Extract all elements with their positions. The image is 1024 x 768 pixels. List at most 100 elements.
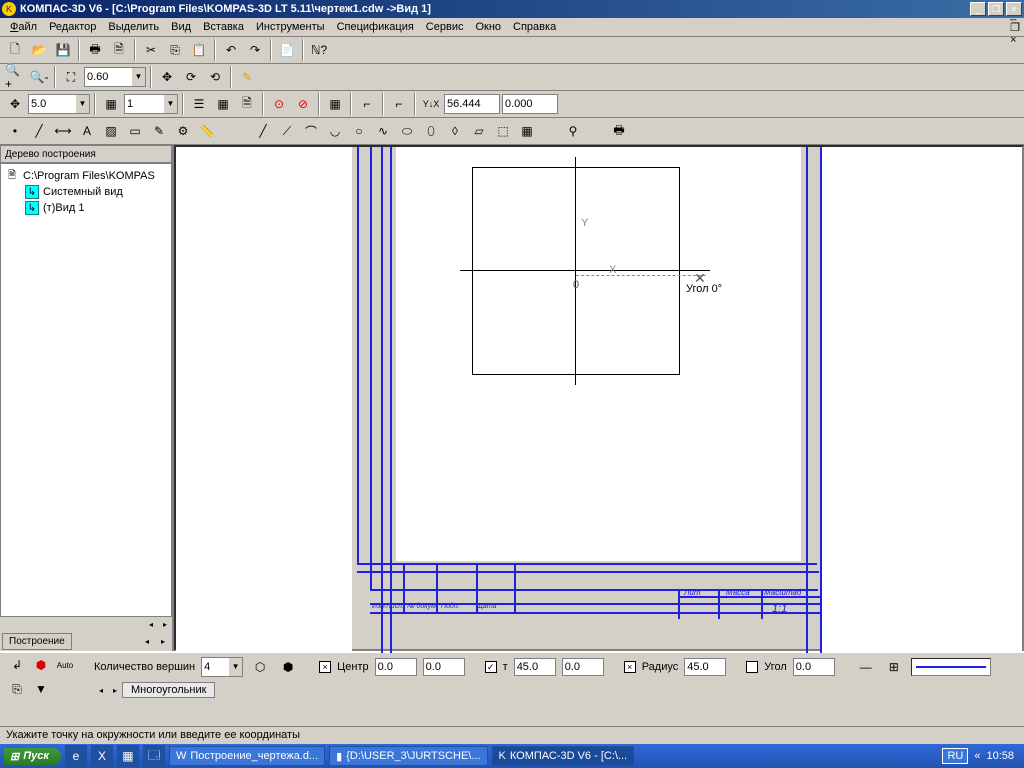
center-y-input[interactable]	[423, 658, 465, 676]
t2-input[interactable]	[562, 658, 604, 676]
taskbar-item-active[interactable]: KКОМПАС-3D V6 - [C:\...	[492, 746, 635, 766]
t-checkbox[interactable]: ✓	[485, 661, 497, 673]
zoom-combo[interactable]: ▼	[84, 67, 146, 87]
mdi-minimize-button[interactable]: _	[1010, 9, 1020, 21]
open-button[interactable]: 📂	[28, 39, 50, 61]
menu-editor[interactable]: Редактор	[43, 19, 102, 35]
quick-ie-icon[interactable]: e	[65, 745, 87, 767]
drawing-canvas[interactable]: 0 Y X ✕ Угол 0° Лит Масса Масштаб 1:1 Из…	[174, 145, 1024, 651]
copy-props-button[interactable]: ⎘	[6, 678, 28, 700]
aux9[interactable]: ◊	[444, 120, 466, 142]
quick-xl-icon[interactable]: ▦	[117, 745, 139, 767]
line-tool[interactable]: ╱	[28, 120, 50, 142]
zoom-input[interactable]	[84, 67, 132, 87]
print-button[interactable]: 🖶	[84, 39, 106, 61]
radius-input[interactable]	[684, 658, 726, 676]
ortho-button[interactable]: ⌐	[356, 93, 378, 115]
start-button[interactable]: ⊞ Пуск	[4, 748, 61, 765]
zoom-in-button[interactable]: 🔍+	[4, 66, 26, 88]
edit-button[interactable]: ✎	[236, 66, 258, 88]
model-tree[interactable]: 🗎 C:\Program Files\KOMPAS ↳ Системный ви…	[0, 163, 172, 617]
aux5[interactable]: ○	[348, 120, 370, 142]
layer-input[interactable]	[124, 94, 164, 114]
aux13[interactable]: ⚲	[562, 120, 584, 142]
aux2[interactable]: ⟋	[276, 120, 298, 142]
edit-tool[interactable]: ✎	[148, 120, 170, 142]
tab-left-icon[interactable]: ◂	[94, 683, 108, 697]
text-tool[interactable]: A	[76, 120, 98, 142]
grid-button[interactable]: ▦	[324, 93, 346, 115]
tray-icon[interactable]: «	[974, 750, 980, 762]
mdi-maximize-button[interactable]: ❐	[1010, 21, 1020, 34]
point-tool[interactable]: •	[4, 120, 26, 142]
aux7[interactable]: ⬭	[396, 120, 418, 142]
tab-right-icon[interactable]: ▸	[156, 634, 170, 648]
params-tab[interactable]: Многоугольник	[122, 682, 215, 698]
aux4[interactable]: ◡	[324, 120, 346, 142]
measure-tool[interactable]: 📏	[196, 120, 218, 142]
inscribed-button[interactable]: ⬡	[249, 656, 271, 678]
menu-spec[interactable]: Спецификация	[331, 19, 420, 35]
aux8[interactable]: ⬯	[420, 120, 442, 142]
dropdown-icon[interactable]: ▼	[76, 94, 90, 114]
create-button[interactable]: ↲	[6, 654, 28, 676]
dropdown-icon[interactable]: ▼	[132, 67, 146, 87]
aux12[interactable]: ▦	[516, 120, 538, 142]
aux3[interactable]: ⌒	[300, 120, 322, 142]
properties-button[interactable]: 📄	[276, 39, 298, 61]
sidebar-tab-build[interactable]: Построение	[2, 633, 72, 650]
dim-tool[interactable]: ⟷	[52, 120, 74, 142]
zoom-window-button[interactable]: ⛶	[60, 66, 82, 88]
help-button[interactable]: ℕ?	[308, 39, 330, 61]
style-button[interactable]: —	[855, 656, 877, 678]
store-button[interactable]: ▼	[30, 678, 52, 700]
menu-insert[interactable]: Вставка	[197, 19, 250, 35]
dropdown-icon[interactable]: ▼	[229, 657, 243, 677]
menu-file[interactable]: Файл	[4, 19, 43, 35]
cut-button[interactable]: ✂	[140, 39, 162, 61]
undo-button[interactable]: ↶	[220, 39, 242, 61]
minimize-button[interactable]: _	[970, 2, 986, 16]
menu-service[interactable]: Сервис	[420, 19, 470, 35]
tab-left-icon[interactable]: ◂	[140, 634, 154, 648]
coord-y-input[interactable]	[502, 94, 558, 114]
param-tool[interactable]: ⚙	[172, 120, 194, 142]
layer-combo[interactable]: ▼	[124, 94, 178, 114]
aux10[interactable]: ▱	[468, 120, 490, 142]
pan-button[interactable]: ✥	[156, 66, 178, 88]
taskbar-item[interactable]: WПостроение_чертежа.d...	[169, 746, 325, 766]
tree-item[interactable]: ↳ (т)Вид 1	[5, 200, 167, 216]
vertices-input[interactable]	[201, 657, 229, 677]
rotate-button[interactable]: ⟳	[180, 66, 202, 88]
aux11[interactable]: ⬚	[492, 120, 514, 142]
paste-button[interactable]: 📋	[188, 39, 210, 61]
tab-right-icon[interactable]: ▸	[108, 683, 122, 697]
t1-input[interactable]	[514, 658, 556, 676]
tree-item[interactable]: ↳ Системный вид	[5, 184, 167, 200]
linestyle-combo[interactable]	[911, 658, 991, 676]
axes-button[interactable]: ⊞	[883, 656, 905, 678]
quick-excel-icon[interactable]: X	[91, 745, 113, 767]
stop-button[interactable]: ⬢	[30, 654, 52, 676]
snap-button[interactable]: ⊙	[268, 93, 290, 115]
redo-button[interactable]: ↷	[244, 39, 266, 61]
menu-tools[interactable]: Инструменты	[250, 19, 331, 35]
lang-indicator[interactable]: RU	[942, 748, 968, 764]
hatch-tool[interactable]: ▨	[100, 120, 122, 142]
clock[interactable]: 10:58	[986, 750, 1014, 762]
select-tool[interactable]: ▭	[124, 120, 146, 142]
dropdown-icon[interactable]: ▼	[164, 94, 178, 114]
auto-button[interactable]: Auto	[54, 654, 76, 676]
taskbar-item[interactable]: ▮{D:\USER_3\JURTSCHE\...	[329, 746, 487, 766]
snap2-button[interactable]: ⊘	[292, 93, 314, 115]
menu-help[interactable]: Справка	[507, 19, 562, 35]
center-checkbox[interactable]: ×	[319, 661, 331, 673]
quick-desktop-icon[interactable]: 🗔	[143, 745, 165, 767]
local-button[interactable]: ⌐	[388, 93, 410, 115]
aux1[interactable]: ╱	[252, 120, 274, 142]
scroll-right-icon[interactable]: ▸	[158, 617, 172, 631]
menu-window[interactable]: Окно	[469, 19, 507, 35]
mdi-close-button[interactable]: ×	[1010, 34, 1020, 46]
aux6[interactable]: ∿	[372, 120, 394, 142]
views-button[interactable]: ▦	[212, 93, 234, 115]
